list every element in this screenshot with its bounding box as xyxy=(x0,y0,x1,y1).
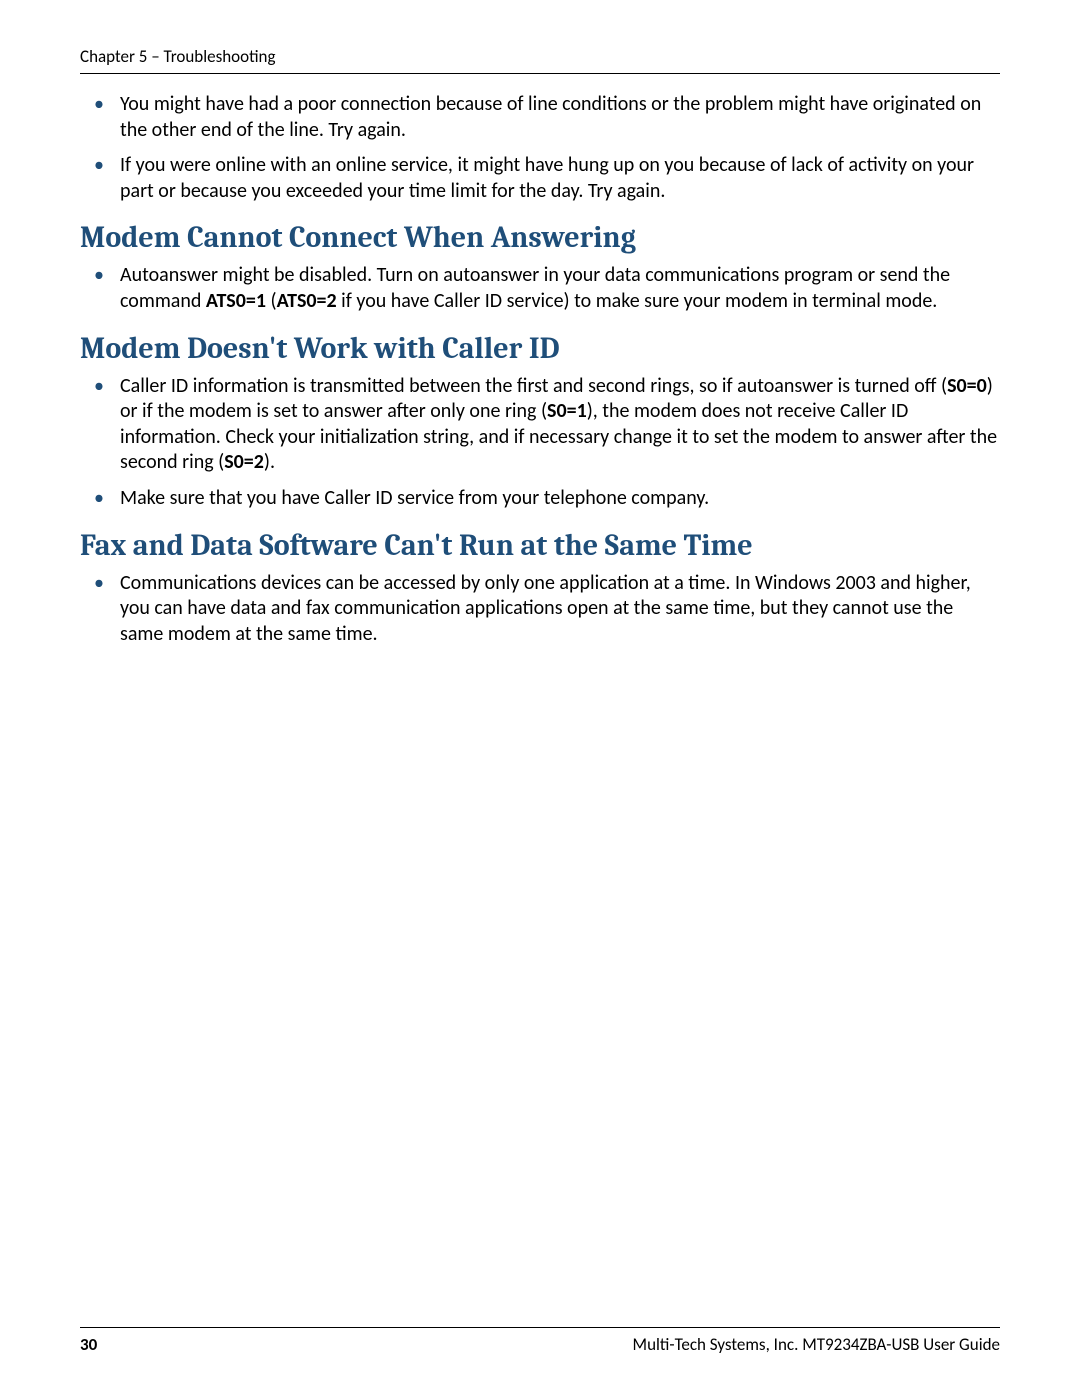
list-item: • You might have had a poor connection be… xyxy=(80,92,1000,143)
bold-fragment: S0=0 xyxy=(947,374,987,398)
sections: Modem Cannot Connect When Answering • Auto… xyxy=(80,220,1000,647)
section-heading: Modem Doesn't Work with Caller ID xyxy=(80,331,1000,366)
bold-fragment: ATS0=2 xyxy=(277,289,337,313)
text-fragment: Caller ID information is transmitted bet… xyxy=(120,374,947,398)
list-item: • Caller ID information is transmitted be… xyxy=(80,374,1000,476)
bold-fragment: ATS0=1 xyxy=(206,289,266,313)
bold-fragment: S0=2 xyxy=(224,450,264,474)
page: Chapter 5 – Troubleshooting • You might h… xyxy=(0,0,1080,1397)
list-item: • Autoanswer might be disabled. Turn on a… xyxy=(80,263,1000,314)
page-content: • You might have had a poor connection be… xyxy=(80,92,1000,647)
list-item-text: If you were online with an online servic… xyxy=(120,153,974,203)
bullet-icon: • xyxy=(94,571,104,597)
bullet-list: • Caller ID information is transmitted be… xyxy=(80,374,1000,512)
bold-fragment: S0=1 xyxy=(547,399,587,423)
bullet-icon: • xyxy=(94,92,104,118)
bullet-list: • Communications devices can be accessed … xyxy=(80,571,1000,648)
list-item: • If you were online with an online servi… xyxy=(80,153,1000,204)
list-item-text: Autoanswer might be disabled. Turn on au… xyxy=(120,263,950,313)
section-heading: Modem Cannot Connect When Answering xyxy=(80,220,1000,255)
list-item: • Communications devices can be accessed … xyxy=(80,571,1000,648)
chapter-title: Chapter 5 – Troubleshooting xyxy=(80,46,276,67)
running-header: Chapter 5 – Troubleshooting xyxy=(80,46,1000,74)
bullet-icon: • xyxy=(94,374,104,400)
list-item-text: Caller ID information is transmitted bet… xyxy=(120,374,997,475)
text-fragment: ( xyxy=(266,289,277,313)
page-footer: 30 Multi-Tech Systems, Inc. MT9234ZBA-US… xyxy=(80,1327,1000,1355)
section-heading: Fax and Data Software Can't Run at the S… xyxy=(80,528,1000,563)
bullet-icon: • xyxy=(94,486,104,512)
bullet-icon: • xyxy=(94,263,104,289)
list-item-text: Communications devices can be accessed b… xyxy=(120,571,971,646)
list-item-text: Make sure that you have Caller ID servic… xyxy=(120,486,709,510)
text-fragment: ). xyxy=(264,450,275,474)
bullet-list: • Autoanswer might be disabled. Turn on a… xyxy=(80,263,1000,314)
page-number: 30 xyxy=(80,1334,97,1355)
list-item-text: You might have had a poor connection bec… xyxy=(120,92,981,142)
list-item: • Make sure that you have Caller ID servi… xyxy=(80,486,1000,512)
footer-guide-title: Multi-Tech Systems, Inc. MT9234ZBA-USB U… xyxy=(633,1334,1000,1355)
text-fragment: if you have Caller ID service) to make s… xyxy=(337,289,938,313)
bullet-icon: • xyxy=(94,153,104,179)
intro-bullet-list: • You might have had a poor connection be… xyxy=(80,92,1000,204)
